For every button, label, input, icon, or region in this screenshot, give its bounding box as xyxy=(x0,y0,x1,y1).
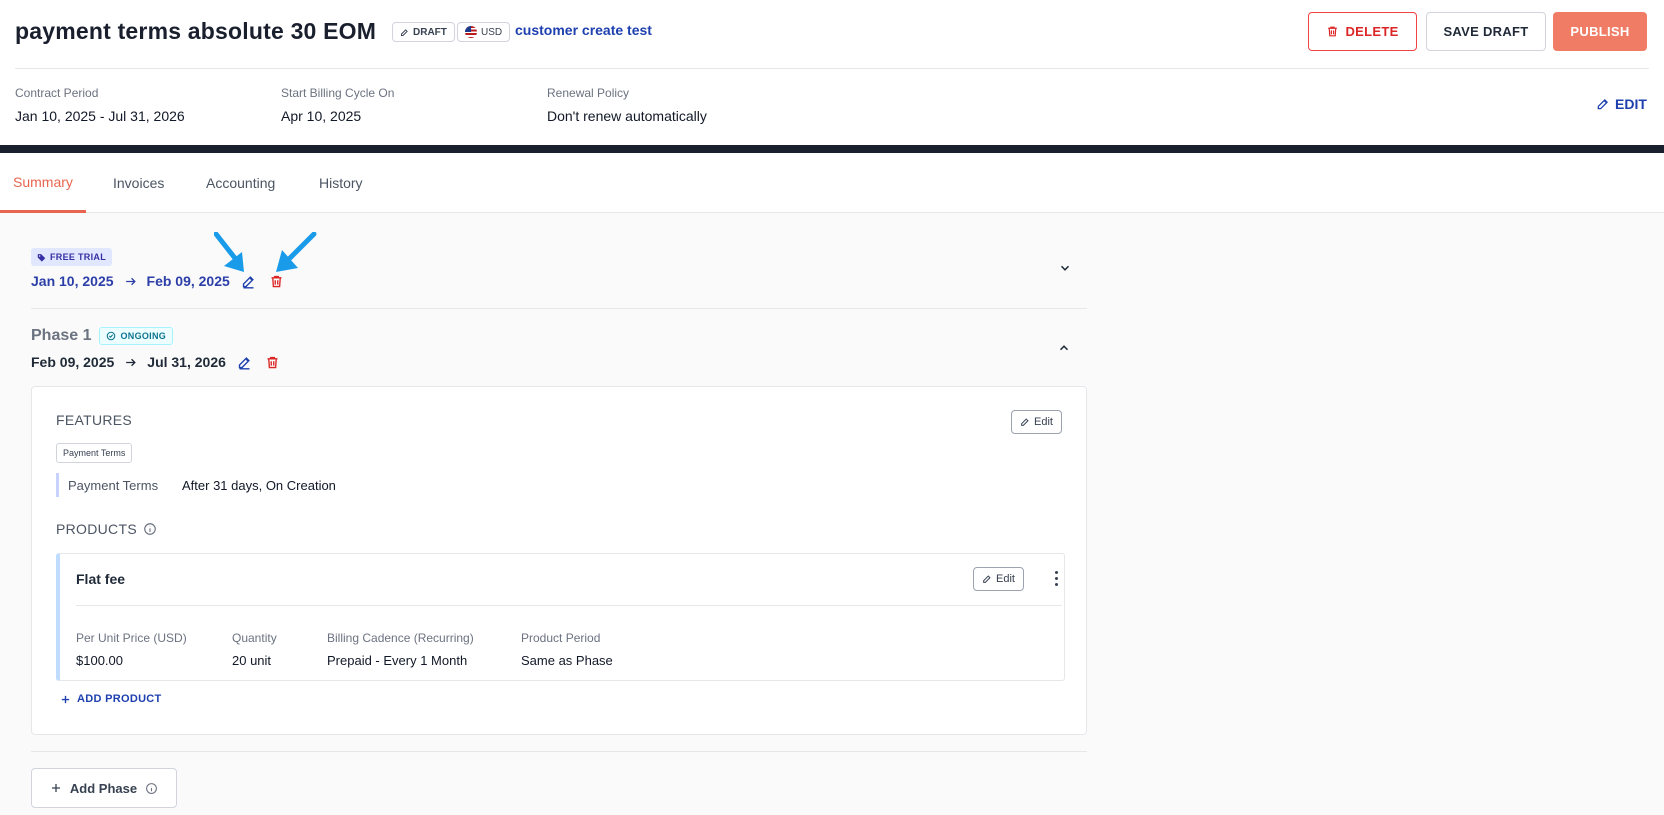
pencil-icon xyxy=(1021,418,1029,426)
phase-end-date: Jul 31, 2026 xyxy=(147,354,226,370)
tab-history[interactable]: History xyxy=(306,153,376,213)
draft-badge-label: DRAFT xyxy=(413,26,447,38)
chevron-down-icon xyxy=(1060,265,1070,271)
publish-button-label: PUBLISH xyxy=(1570,24,1630,39)
feature-value: After 31 days, On Creation xyxy=(182,477,336,493)
delete-phase-button[interactable] xyxy=(264,353,282,371)
flag-icon xyxy=(465,26,477,38)
phase-dates: Feb 09, 2025 Jul 31, 2026 xyxy=(31,353,282,371)
add-phase-button[interactable]: Add Phase xyxy=(31,768,177,808)
arrow-right-icon xyxy=(126,358,137,366)
start-billing-value: Apr 10, 2025 xyxy=(281,108,362,124)
section-divider xyxy=(31,751,1087,752)
renewal-policy-label: Renewal Policy xyxy=(547,86,630,100)
delete-button[interactable]: DELETE xyxy=(1308,12,1417,51)
contract-header: payment terms absolute 30 EOM DRAFT USD … xyxy=(0,0,1664,145)
contract-period-value: Jan 10, 2025 - Jul 31, 2026 xyxy=(15,108,185,124)
save-draft-button-label: SAVE DRAFT xyxy=(1443,24,1529,39)
price-label: Per Unit Price (USD) xyxy=(76,631,187,645)
trash-icon xyxy=(267,356,278,368)
section-divider xyxy=(31,308,1087,309)
feature-row: Payment Terms After 31 days, On Creation xyxy=(56,473,336,497)
tag-icon xyxy=(37,253,46,262)
ongoing-label: ONGOING xyxy=(120,331,167,341)
edit-features-label: Edit xyxy=(1034,416,1053,428)
edit-contract-label: EDIT xyxy=(1615,96,1647,112)
currency-badge: USD xyxy=(457,22,511,42)
chevron-up-icon xyxy=(1059,345,1069,351)
cadence-label: Billing Cadence (Recurring) xyxy=(327,631,474,645)
start-billing-label: Start Billing Cycle On xyxy=(281,86,395,100)
phase-start-date: Feb 09, 2025 xyxy=(31,354,115,370)
free-trial-badge: FREE TRIAL xyxy=(31,248,112,266)
add-phase-label: Add Phase xyxy=(69,780,138,796)
plus-icon xyxy=(51,784,60,792)
quantity-value: 20 unit xyxy=(232,653,272,668)
publish-button[interactable]: PUBLISH xyxy=(1553,12,1647,51)
pencil-icon xyxy=(1597,99,1608,110)
add-product-button[interactable]: ADD PRODUCT xyxy=(60,693,162,705)
save-draft-button[interactable]: SAVE DRAFT xyxy=(1426,12,1546,51)
more-vertical-icon[interactable] xyxy=(1049,568,1063,588)
customer-link[interactable]: customer create test xyxy=(515,22,652,38)
page-title: payment terms absolute 30 EOM xyxy=(15,18,377,44)
tab-summary[interactable]: Summary xyxy=(0,153,86,213)
edit-phase-button[interactable] xyxy=(236,353,254,371)
info-icon[interactable] xyxy=(145,782,158,795)
features-title: FEATURES xyxy=(56,412,133,428)
pencil-icon xyxy=(983,575,991,583)
currency-badge-label: USD xyxy=(481,26,503,38)
edit-contract-button[interactable]: EDIT xyxy=(1596,96,1647,112)
pencil-icon xyxy=(401,28,408,36)
product-period-label: Product Period xyxy=(521,631,601,645)
renewal-policy-value: Don't renew automatically xyxy=(547,108,707,124)
draft-badge: DRAFT xyxy=(392,22,455,42)
payment-terms-tag: Payment Terms xyxy=(56,443,133,463)
tab-invoices[interactable]: Invoices xyxy=(100,153,177,213)
products-title-label: PRODUCTS xyxy=(56,521,137,537)
edit-features-button[interactable]: Edit xyxy=(1011,410,1062,434)
phase-title: Phase 1 ONGOING xyxy=(31,327,174,345)
product-period-value: Same as Phase xyxy=(521,653,613,668)
delete-button-label: DELETE xyxy=(1345,24,1399,39)
annotation-arrow-left xyxy=(214,232,244,272)
check-circle-icon xyxy=(107,331,116,341)
info-icon[interactable] xyxy=(143,522,157,536)
edit-product-label: Edit xyxy=(996,573,1015,585)
trash-icon xyxy=(1328,26,1338,37)
free-trial-label: FREE TRIAL xyxy=(50,252,106,262)
ongoing-badge: ONGOING xyxy=(99,327,174,345)
add-product-label: ADD PRODUCT xyxy=(77,693,162,705)
product-name: Flat fee xyxy=(76,571,126,587)
arrow-right-icon xyxy=(125,277,136,285)
tab-accounting[interactable]: Accounting xyxy=(193,153,288,213)
cadence-value: Prepaid - Every 1 Month xyxy=(327,653,468,668)
edit-product-button[interactable]: Edit xyxy=(973,567,1024,591)
pencil-icon xyxy=(239,356,251,369)
expand-trial-button[interactable] xyxy=(1056,259,1074,277)
contract-period-label: Contract Period xyxy=(15,86,99,100)
price-value: $100.00 xyxy=(76,653,123,668)
phase-name: Phase 1 xyxy=(31,327,92,344)
header-divider xyxy=(15,68,1649,69)
feature-label: Payment Terms xyxy=(68,477,159,493)
phase-card: FEATURES Edit Payment Terms Payment Term… xyxy=(31,386,1087,735)
product-divider xyxy=(76,605,1062,606)
plus-icon xyxy=(61,695,70,703)
tab-bar: Summary Invoices Accounting History xyxy=(0,153,1664,213)
annotation-arrow-right xyxy=(276,232,317,272)
trial-start-date: Jan 10, 2025 xyxy=(31,273,114,289)
header-bar xyxy=(0,145,1664,153)
products-title: PRODUCTS xyxy=(56,521,157,537)
collapse-phase-button[interactable] xyxy=(1055,339,1073,357)
quantity-label: Quantity xyxy=(232,631,277,645)
product-card: Flat fee Edit Per Unit Price (USD) $100.… xyxy=(56,553,1065,681)
